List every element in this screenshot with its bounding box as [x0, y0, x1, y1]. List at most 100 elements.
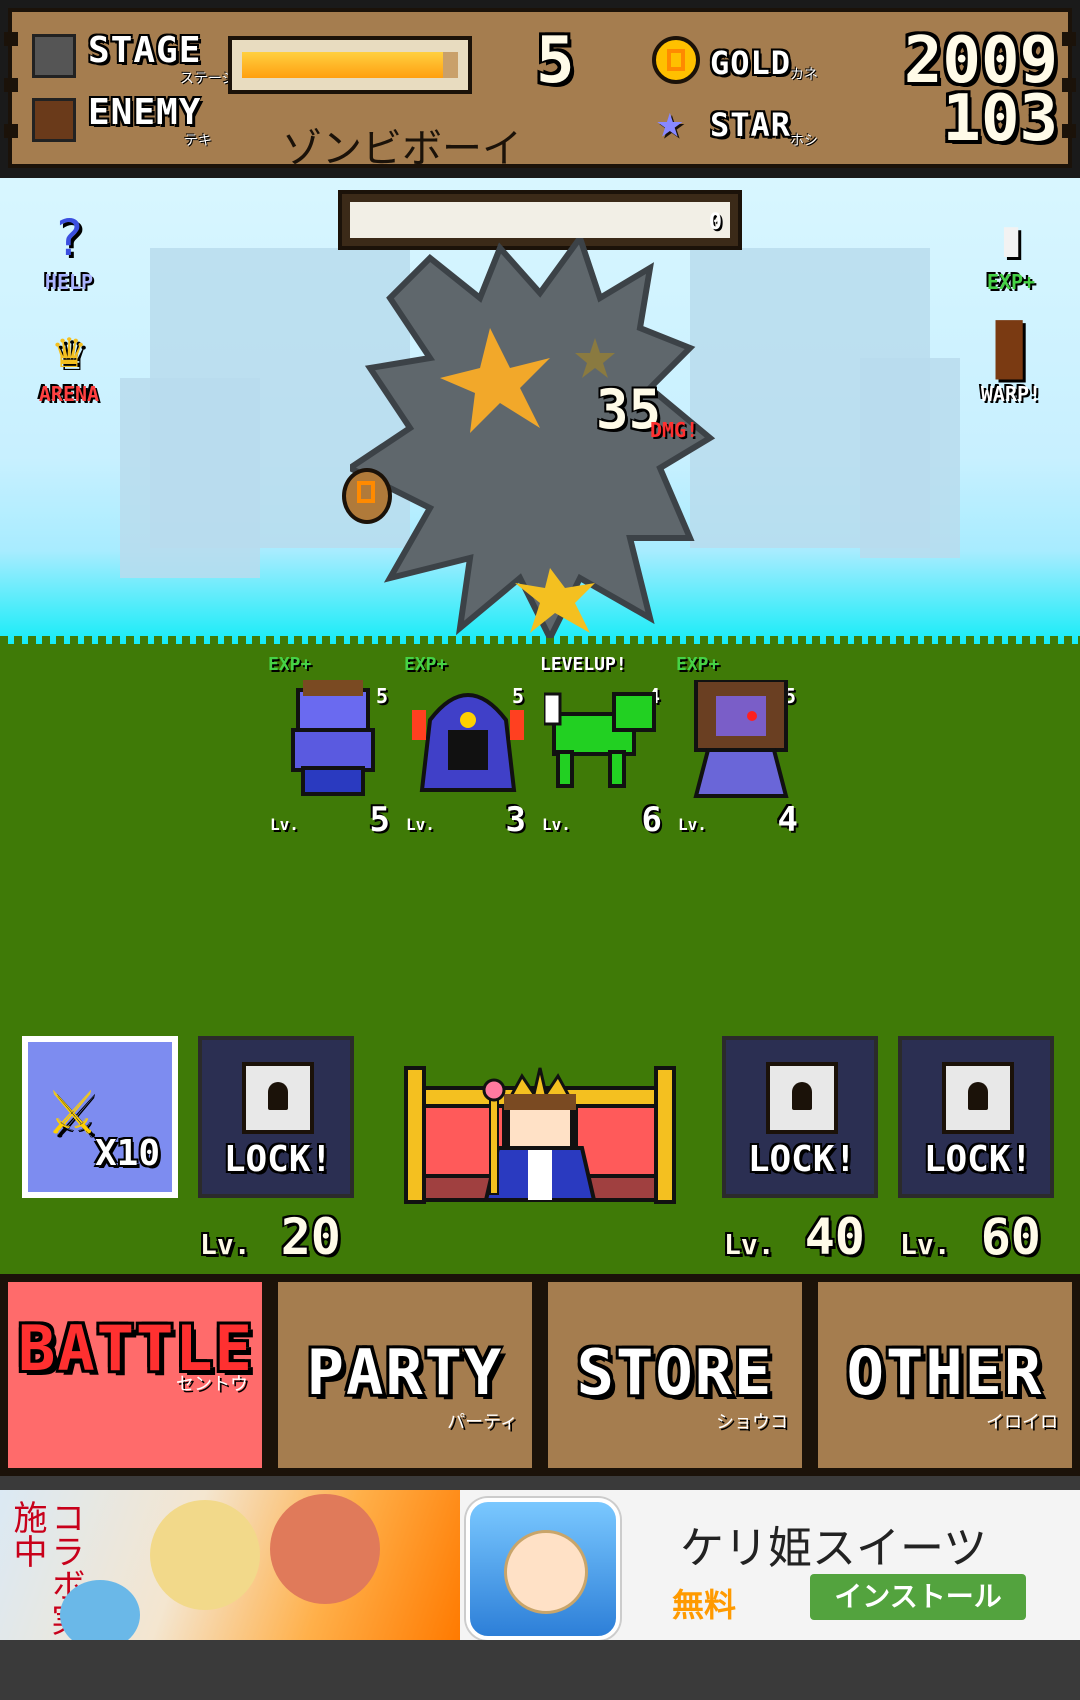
gold-coin-icon	[652, 36, 700, 84]
unit-level: 6	[641, 800, 662, 840]
unit-level: 5	[369, 800, 390, 840]
tab-battle[interactable]: BATTLE セントウ	[4, 1278, 266, 1472]
unit-sprite	[693, 680, 789, 798]
arena-button[interactable]: ♛ ARENA	[24, 316, 114, 406]
tab-sub-label: ショウコ	[716, 1412, 788, 1433]
lock-icon	[942, 1062, 1014, 1134]
door-icon: ▉	[995, 321, 1027, 379]
ad-install-button[interactable]: インストール	[810, 1574, 1026, 1620]
unit-status-tag: EXP+	[676, 654, 720, 675]
unit-level: 4	[777, 800, 798, 840]
stage-icon	[32, 34, 76, 78]
top-hud: STAGE ステージ 5 ENEMY テキ ゾンビボーイ GOLD カネ 200…	[0, 0, 1080, 178]
unit-status-tag: EXP+	[404, 654, 448, 675]
lock-icon	[242, 1062, 314, 1134]
unit-level-label: Lv.	[270, 815, 299, 834]
exp-boost-button[interactable]: ▮ EXP+	[966, 204, 1056, 294]
warp-button[interactable]: ▉ WARP!	[966, 316, 1056, 406]
exp-boost-label: EXP+	[986, 270, 1036, 294]
party-unit[interactable]: EXP+ 5 Lv. 5	[268, 654, 398, 844]
tab-other[interactable]: OTHER イロイロ	[814, 1278, 1076, 1472]
ad-artwork: コラボ実施中	[0, 1490, 460, 1640]
stage-number: 5	[536, 24, 575, 98]
help-label: HELP	[44, 270, 94, 294]
unit-sprite	[544, 692, 656, 788]
tab-label: PARTY	[306, 1336, 504, 1409]
battle-field: 0 35 DMG! ? HELP ♛ ARENA ▮ EXP+ ▉ WARP! …	[0, 178, 1080, 1274]
arena-label: ARENA	[38, 382, 100, 406]
party-unit[interactable]: LEVELUP! 4 Lv. 6	[540, 654, 670, 844]
lock-label: LOCK!	[747, 1139, 857, 1180]
party-unit[interactable]: EXP+ 5 Lv. 4	[676, 654, 806, 844]
tab-store[interactable]: STORE ショウコ	[544, 1278, 806, 1472]
skill-slot-1[interactable]: ⚔ X10	[22, 1036, 178, 1198]
hud-notch	[4, 124, 18, 138]
ad-character	[270, 1494, 380, 1604]
lock-icon	[766, 1062, 838, 1134]
lock-label: LOCK!	[923, 1139, 1033, 1180]
slot-unlock-level: Lv. 20	[200, 1208, 341, 1266]
stage-progress-bar	[228, 36, 472, 94]
unit-status-tag: LEVELUP!	[540, 654, 627, 675]
unit-status-tag: EXP+	[268, 654, 312, 675]
ad-icon-face	[504, 1530, 588, 1614]
unit-level: 3	[505, 800, 526, 840]
damage-tag: DMG!	[650, 418, 699, 442]
slot-unlock-level: Lv. 40	[724, 1208, 865, 1266]
lock-label: LOCK!	[223, 1139, 333, 1180]
book-icon: ▮	[995, 209, 1027, 267]
question-icon: ?	[53, 209, 85, 267]
gold-sub-label: カネ	[790, 67, 818, 83]
slot-unlock-level: Lv. 60	[900, 1208, 1041, 1266]
sword-icon: ⚔	[48, 1060, 97, 1153]
ad-price: 無料	[672, 1586, 737, 1624]
hud-notch	[1062, 124, 1076, 138]
help-button[interactable]: ? HELP	[24, 204, 114, 294]
boss-hp-value: 0	[708, 210, 722, 235]
boss-hp-track	[350, 202, 730, 238]
star-sub-label: ホシ	[790, 133, 818, 149]
tab-label: OTHER	[846, 1336, 1044, 1409]
unit-level-label: Lv.	[406, 815, 435, 834]
tab-sub-label: イロイロ	[986, 1412, 1058, 1433]
skill-slot-4[interactable]: LOCK!	[898, 1036, 1054, 1198]
enemy-name: ゾンビボーイ	[282, 126, 522, 172]
tab-label: STORE	[576, 1336, 774, 1409]
unit-sprite	[412, 693, 524, 792]
bottom-tab-bar: BATTLE セントウ PARTY パーティ STORE ショウコ OTHER …	[0, 1274, 1080, 1476]
hud-panel: STAGE ステージ 5 ENEMY テキ ゾンビボーイ GOLD カネ 200…	[4, 8, 1076, 172]
ad-banner[interactable]: コラボ実施中 ケリ姫スイーツ 無料 インストール	[0, 1490, 1080, 1640]
hero-throne[interactable]	[404, 1058, 676, 1204]
hud-notch	[4, 32, 18, 46]
enemy-sub-label: テキ	[184, 133, 212, 149]
ad-character	[150, 1500, 260, 1610]
cloud	[860, 358, 960, 558]
unit-level-label: Lv.	[542, 815, 571, 834]
tab-sub-label: パーティ	[447, 1412, 518, 1433]
unit-level-label: Lv.	[678, 815, 707, 834]
trophy-icon: ♛	[53, 321, 85, 379]
skill-slot-2[interactable]: LOCK!	[198, 1036, 354, 1198]
ad-character	[60, 1580, 140, 1640]
star-icon: ★	[656, 94, 684, 148]
tab-party[interactable]: PARTY パーティ	[274, 1278, 536, 1472]
stage-progress-fill	[242, 52, 443, 78]
skill-slot-3[interactable]: LOCK!	[722, 1036, 878, 1198]
ad-app-icon[interactable]	[466, 1498, 620, 1640]
hud-notch	[4, 78, 18, 92]
warp-label: WARP!	[980, 382, 1042, 406]
enemy-icon	[32, 98, 76, 142]
cloud	[120, 378, 260, 578]
tab-sub-label: セントウ	[176, 1374, 248, 1395]
system-nav-bar	[0, 1640, 1080, 1700]
party-unit[interactable]: EXP+ 5 Lv. 3	[404, 654, 534, 844]
hud-notch	[1062, 32, 1076, 46]
stage-label: STAGE	[88, 30, 202, 71]
ad-title: ケリ姫スイーツ	[680, 1523, 988, 1574]
gold-label: GOLD	[710, 44, 792, 82]
skill-multiplier: X10	[94, 1133, 160, 1174]
star-label: STAR	[710, 106, 792, 144]
enemy-label: ENEMY	[88, 92, 202, 133]
star-value: 103	[942, 82, 1058, 156]
coin-drop[interactable]	[342, 468, 392, 524]
